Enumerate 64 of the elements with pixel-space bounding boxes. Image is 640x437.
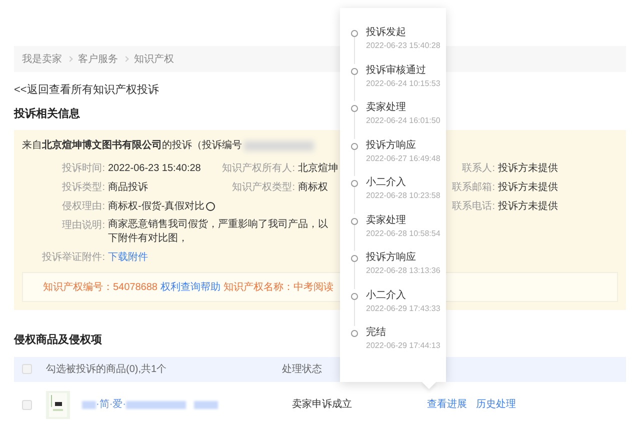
redaction-blur bbox=[194, 400, 218, 408]
status-text: 卖家申诉成立 bbox=[292, 398, 353, 412]
chevron-icon bbox=[123, 56, 129, 62]
field-label: 投诉类型: bbox=[61, 180, 106, 195]
field-value: 商标权-假货-真假对比 bbox=[108, 200, 205, 214]
field-value: 投诉方未提供 bbox=[498, 180, 558, 195]
timeline-time: 2022-06-24 16:01:50 bbox=[366, 115, 440, 126]
chevron-icon bbox=[67, 56, 73, 62]
action-link[interactable]: 历史处理 bbox=[476, 397, 516, 412]
action-link[interactable]: 查看进展 bbox=[427, 397, 467, 412]
field-value: 商品投诉 bbox=[108, 180, 148, 195]
timeline-time: 2022-06-28 13:13:36 bbox=[366, 265, 440, 276]
breadcrumb-link[interactable]: 客户服务 bbox=[78, 52, 118, 66]
field-value: 投诉方未提供 bbox=[498, 162, 558, 176]
field-label: 知识产权类型: bbox=[231, 180, 296, 195]
download-link[interactable]: 下载附件 bbox=[108, 250, 148, 265]
field-label: 知识产权所有人: bbox=[221, 162, 296, 176]
product-title-link[interactable]: ·简·爱· bbox=[96, 397, 126, 412]
ip-number-label: 知识产权编号： bbox=[43, 280, 113, 294]
timeline-title: 投诉方响应 bbox=[366, 251, 417, 265]
redaction-blur bbox=[82, 400, 96, 408]
help-link[interactable]: 权利查询帮助 bbox=[160, 280, 220, 294]
ip-name-label: 知识产权名称： bbox=[224, 280, 294, 294]
field-value: 北京煊坤 bbox=[298, 162, 338, 176]
redaction-blur bbox=[244, 140, 314, 150]
timeline-title: 投诉方响应 bbox=[366, 138, 417, 152]
checkbox[interactable] bbox=[22, 364, 32, 374]
timeline-title: 小二介入 bbox=[366, 288, 407, 302]
redaction-blur bbox=[126, 400, 186, 408]
timeline-title: 完结 bbox=[366, 326, 387, 340]
field-value: 2022-06-23 15:40:28 bbox=[108, 162, 201, 176]
field-label: 联系人: bbox=[461, 162, 496, 176]
timeline-title: 小二介入 bbox=[366, 176, 407, 190]
field-label: 理由说明: bbox=[61, 218, 106, 233]
timeline-time: 2022-06-29 17:44:13 bbox=[366, 340, 440, 351]
column-heading: 处理状态 bbox=[282, 362, 322, 376]
timeline-time: 2022-06-28 10:58:54 bbox=[366, 228, 440, 238]
timeline-time: 2022-06-27 16:49:48 bbox=[366, 152, 440, 164]
field-value: 商家恶意销售我司假货，严重影响了我司产品，以下附件有对比图， bbox=[108, 218, 329, 246]
timeline-time: 2022-06-29 17:43:33 bbox=[366, 302, 440, 314]
field-label: 投诉举证附件: bbox=[41, 250, 106, 265]
timeline-time: 2022-06-28 10:23:58 bbox=[366, 190, 440, 201]
breadcrumb-link[interactable]: 我是卖家 bbox=[22, 52, 62, 66]
timeline-title: 卖家处理 bbox=[366, 101, 407, 115]
timeline-title: 投诉发起 bbox=[366, 26, 407, 40]
timeline-title: 卖家处理 bbox=[366, 214, 407, 228]
complaint-intro: 来自北京煊坤博文图书有限公司的投诉（投诉编号 bbox=[22, 138, 242, 153]
timeline-title: 投诉审核通过 bbox=[366, 64, 427, 78]
field-label: 联系电话: bbox=[451, 200, 496, 214]
ip-number: 54078688 bbox=[113, 280, 158, 294]
timeline-time: 2022-06-23 15:40:28 bbox=[366, 40, 440, 51]
field-value: 商标权 bbox=[298, 180, 328, 195]
field-value: 投诉方未提供 bbox=[498, 200, 558, 214]
field-label: 投诉时间: bbox=[61, 162, 106, 176]
select-summary: 勾选被投诉的商品(0),共1个 bbox=[46, 362, 168, 376]
ip-name: 中考阅读 bbox=[294, 280, 334, 294]
back-link[interactable]: <<返回查看所有知识产权投诉 bbox=[14, 84, 159, 96]
checkbox[interactable] bbox=[22, 400, 32, 410]
field-label: 联系邮箱: bbox=[451, 180, 496, 195]
field-label: 侵权理由: bbox=[61, 200, 106, 214]
section-title: 侵权商品及侵权项 bbox=[14, 332, 102, 348]
section-title: 投诉相关信息 bbox=[14, 106, 80, 122]
timeline-time: 2022-06-24 10:15:53 bbox=[366, 78, 440, 88]
breadcrumb-link[interactable]: 知识产权 bbox=[134, 52, 174, 66]
